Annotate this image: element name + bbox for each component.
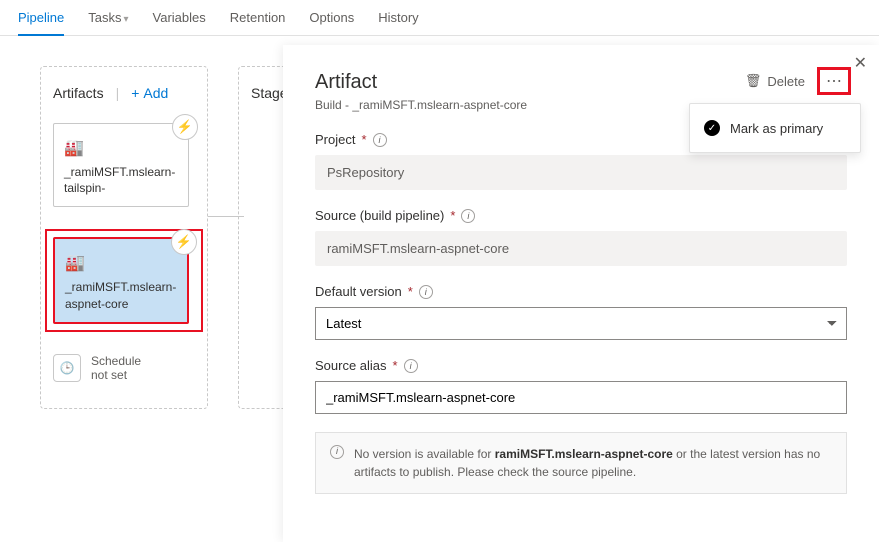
check-icon: ✓ (704, 120, 720, 136)
field-source: Source (build pipeline) * i ramiMSFT.msl… (315, 208, 847, 266)
ellipsis-icon: ⋯ (826, 71, 842, 91)
required-mark: * (408, 284, 413, 299)
add-artifact-button[interactable]: + Add (131, 85, 168, 101)
label-text: Default version (315, 284, 402, 299)
delete-label: Delete (767, 74, 805, 89)
separator: | (116, 85, 120, 101)
schedule-block[interactable]: 🕒 Schedule not set (53, 354, 195, 382)
artifacts-title: Artifacts (53, 85, 104, 101)
artifact-card-selected[interactable]: ⚡ 🏭 _ramiMSFT.mslearn-aspnet-core (53, 237, 189, 323)
msg-pre: No version is available for (354, 447, 495, 461)
label-text: Project (315, 132, 355, 147)
menu-label: Mark as primary (730, 121, 823, 136)
schedule-line2: not set (91, 368, 141, 382)
field-label: Source alias * i (315, 358, 847, 373)
tab-history[interactable]: History (378, 10, 418, 35)
tab-tasks[interactable]: Tasks▾ (88, 10, 128, 35)
project-value: PsRepository (315, 155, 847, 190)
close-button[interactable]: ✕ (854, 53, 867, 73)
schedule-text: Schedule not set (91, 354, 141, 382)
stages-header: Stages (251, 85, 285, 101)
more-actions-button[interactable]: ⋯ (817, 67, 851, 95)
field-alias: Source alias * i (315, 358, 847, 414)
artifacts-column: Artifacts | + Add ⚡ 🏭 _ramiMSFT.mslearn-… (40, 66, 208, 409)
artifact-card[interactable]: ⚡ 🏭 _ramiMSFT.mslearn-tailspin- (53, 123, 189, 207)
artifacts-header: Artifacts | + Add (53, 85, 195, 101)
field-version: Default version * i Latest (315, 284, 847, 340)
tab-retention[interactable]: Retention (230, 10, 286, 35)
artifact-name: _ramiMSFT.mslearn-aspnet-core (65, 279, 177, 311)
delete-button[interactable]: 🗑 Delete (745, 73, 805, 89)
artifact-card-wrap: ⚡ 🏭 _ramiMSFT.mslearn-aspnet-core (53, 237, 195, 323)
tab-label: Tasks (88, 10, 121, 25)
field-label: Source (build pipeline) * i (315, 208, 847, 223)
chevron-down-icon: ▾ (124, 14, 129, 25)
lightning-icon: ⚡ (176, 234, 192, 250)
label-text: Source (build pipeline) (315, 208, 444, 223)
tab-options[interactable]: Options (309, 10, 354, 35)
info-icon[interactable]: i (404, 359, 418, 373)
field-label: Default version * i (315, 284, 847, 299)
build-icon: 🏭 (65, 253, 177, 273)
tab-pipeline[interactable]: Pipeline (18, 10, 64, 35)
source-value: ramiMSFT.mslearn-aspnet-core (315, 231, 847, 266)
version-select[interactable]: Latest (315, 307, 847, 340)
lightning-icon: ⚡ (177, 119, 193, 135)
trigger-button[interactable]: ⚡ (171, 229, 197, 255)
trash-icon: 🗑 (745, 73, 762, 89)
tab-bar: Pipeline Tasks▾ Variables Retention Opti… (0, 0, 879, 36)
info-message: i No version is available for ramiMSFT.m… (315, 432, 847, 494)
plus-icon: + (131, 85, 139, 101)
build-icon: 🏭 (64, 138, 178, 158)
required-mark: * (361, 132, 366, 147)
required-mark: * (450, 208, 455, 223)
panel-actions: 🗑 Delete ⋯ (745, 67, 851, 95)
message-text: No version is available for ramiMSFT.msl… (354, 445, 832, 481)
label-text: Source alias (315, 358, 387, 373)
add-label: Add (143, 85, 168, 101)
context-menu: ✓ Mark as primary (689, 103, 861, 153)
mark-primary-item[interactable]: ✓ Mark as primary (690, 112, 860, 144)
trigger-button[interactable]: ⚡ (172, 114, 198, 140)
info-icon: i (330, 445, 344, 459)
info-icon[interactable]: i (461, 209, 475, 223)
clock-icon: 🕒 (53, 354, 81, 382)
artifact-panel: ✕ 🗑 Delete ⋯ ✓ Mark as primary Artifact … (283, 45, 879, 542)
info-icon[interactable]: i (419, 285, 433, 299)
artifact-name: _ramiMSFT.mslearn-tailspin- (64, 164, 178, 196)
info-icon[interactable]: i (373, 133, 387, 147)
tab-variables[interactable]: Variables (153, 10, 206, 35)
alias-input[interactable] (315, 381, 847, 414)
artifact-card-wrap: ⚡ 🏭 _ramiMSFT.mslearn-tailspin- (53, 123, 195, 207)
schedule-line1: Schedule (91, 354, 141, 368)
connector-line (208, 216, 244, 217)
msg-bold: ramiMSFT.mslearn-aspnet-core (495, 447, 673, 461)
required-mark: * (393, 358, 398, 373)
